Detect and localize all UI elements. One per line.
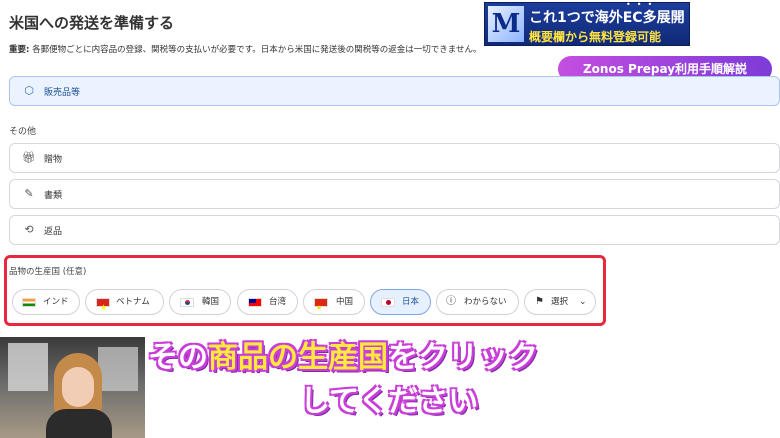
- package-icon: ⬡: [24, 84, 34, 97]
- chip-label: わからない: [464, 297, 507, 307]
- notice-text: 各郵便物ごとに内容品の登録、関税等の支払いが必要です。日本から米国に発送後の関税…: [29, 45, 482, 55]
- origin-chip-unknown[interactable]: ⓘ わからない: [436, 289, 519, 315]
- return-icon: ⟲: [24, 223, 34, 236]
- chevron-down-icon: ⌄: [579, 297, 587, 307]
- contents-option-gift[interactable]: 🎁︎ 贈物: [9, 143, 780, 173]
- origin-chip-korea[interactable]: 韓国: [169, 289, 231, 315]
- chip-label: インド: [43, 297, 69, 307]
- caption-post: をクリック: [388, 340, 538, 375]
- webcam-overlay: [0, 337, 145, 438]
- japan-flag-icon: [381, 298, 395, 307]
- chip-label: 日本: [402, 297, 420, 307]
- caption-highlight: 商品の生産国: [208, 340, 388, 375]
- chip-label: 中国: [336, 297, 354, 307]
- taiwan-flag-icon: [248, 298, 262, 307]
- banner-headline: これ1つで海外EC多展開: [529, 10, 685, 26]
- caption-line-1: その商品の生産国をクリック: [148, 332, 538, 376]
- document-icon: ✎: [24, 187, 34, 200]
- banner-logo: M: [488, 6, 524, 42]
- presenter-face: [62, 367, 94, 407]
- chip-label: 選択: [551, 297, 569, 307]
- webcam-window: [98, 347, 138, 391]
- webcam-window: [8, 343, 48, 391]
- caption-line-2: してください: [300, 384, 479, 419]
- presenter-body: [46, 409, 112, 438]
- vietnam-flag-icon: [96, 296, 110, 320]
- india-flag-icon: [22, 298, 36, 307]
- flag-icon: ⚑: [535, 296, 544, 307]
- contents-option-merchandise[interactable]: ⬡ 販売品等: [9, 76, 780, 106]
- banner-dots: •••: [626, 0, 659, 9]
- option-label: 贈物: [44, 155, 63, 165]
- chip-label: 韓国: [202, 297, 220, 307]
- gift-icon: 🎁︎: [22, 151, 36, 164]
- origin-chip-china[interactable]: 中国: [303, 289, 365, 320]
- notice-bold: 重要:: [9, 45, 30, 55]
- chip-label: 台湾: [269, 297, 287, 307]
- option-label: 販売品等: [44, 88, 81, 98]
- promo-banner: M これ1つで海外EC多展開 概要欄から無料登録可能: [484, 2, 690, 46]
- origin-chip-japan[interactable]: 日本: [370, 289, 431, 315]
- other-section-label: その他: [9, 127, 37, 137]
- import-notice: 重要: 各郵便物ごとに内容品の登録、関税等の支払いが必要です。日本から米国に発送…: [9, 43, 482, 55]
- origin-chip-taiwan[interactable]: 台湾: [237, 289, 298, 315]
- question-circle-icon: ⓘ: [446, 296, 456, 307]
- banner-subline: 概要欄から無料登録可能: [529, 30, 662, 44]
- origin-chip-india[interactable]: インド: [12, 289, 80, 315]
- caption-pre: その: [148, 340, 208, 375]
- origin-select-dropdown[interactable]: ⚑ 選択 ⌄: [524, 289, 596, 315]
- china-flag-icon: [314, 296, 328, 320]
- contents-option-return[interactable]: ⟲ 返品: [9, 215, 780, 245]
- chip-label: ベトナム: [116, 297, 150, 307]
- contents-option-documents[interactable]: ✎ 書類: [9, 179, 780, 209]
- page-title: 米国への発送を準備する: [9, 14, 175, 32]
- origin-country-label: 品物の生産国 (任意): [9, 267, 87, 277]
- origin-chip-vietnam[interactable]: ベトナム: [85, 289, 164, 320]
- option-label: 書類: [44, 191, 63, 201]
- option-label: 返品: [44, 227, 63, 237]
- korea-flag-icon: [180, 298, 194, 307]
